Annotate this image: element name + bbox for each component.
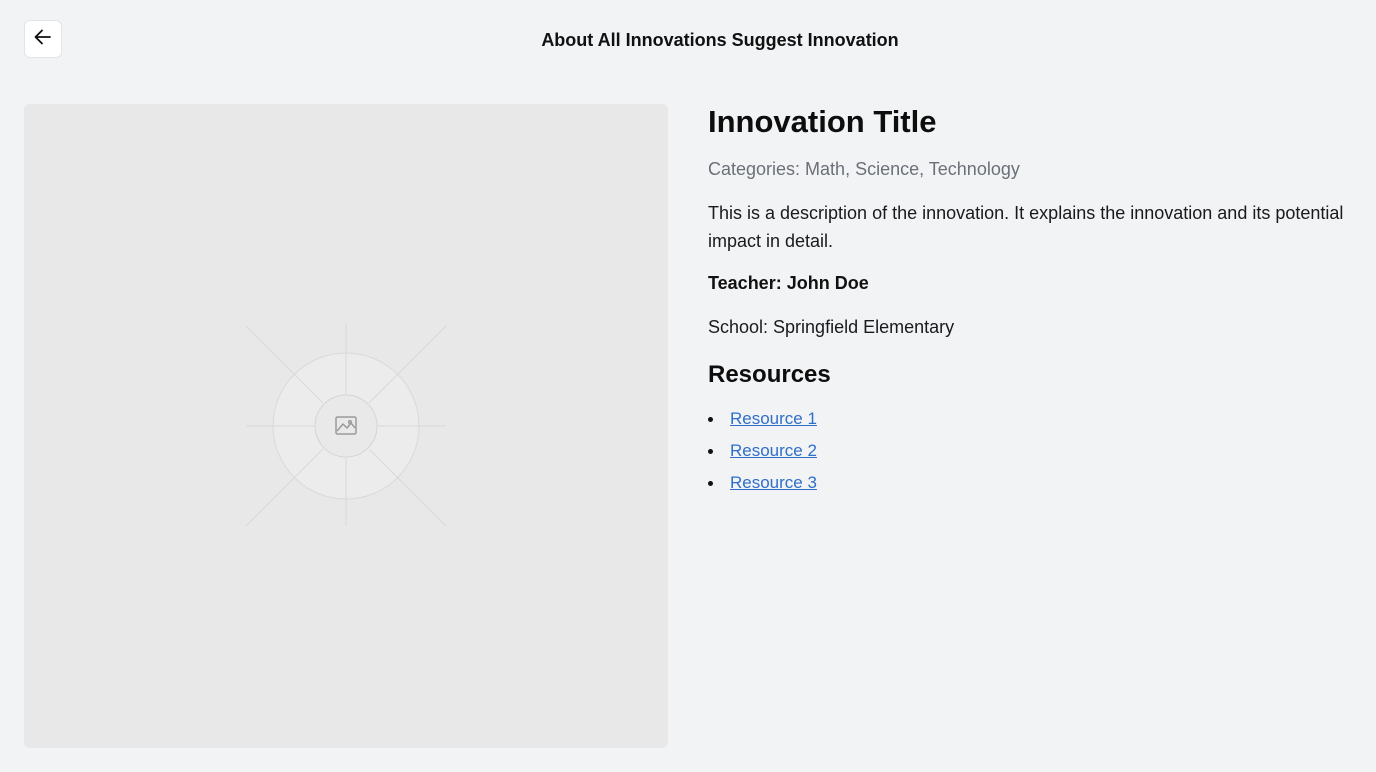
bullet-icon	[708, 481, 713, 486]
bullet-icon	[708, 449, 713, 454]
innovation-categories: Categories: Math, Science, Technology	[708, 159, 1020, 179]
image-placeholder-graphic	[245, 324, 447, 527]
resources-heading: Resources	[708, 361, 831, 388]
bullet-icon	[708, 417, 713, 422]
nav-all-innovations-link[interactable]: All Innovations	[598, 30, 727, 50]
top-nav: About All Innovations Suggest Innovation	[0, 28, 1376, 52]
nav-suggest-innovation-link[interactable]: Suggest Innovation	[732, 30, 899, 50]
innovation-image-placeholder	[24, 104, 668, 748]
resource-item: Resource 3	[708, 473, 1348, 505]
resource-item: Resource 2	[708, 441, 1348, 473]
innovation-school: School: Springfield Elementary	[708, 317, 955, 337]
resource-item: Resource 1	[708, 409, 1348, 441]
resource-link-3[interactable]: Resource 3	[730, 473, 817, 492]
resource-link-2[interactable]: Resource 2	[730, 441, 817, 460]
innovation-details: Innovation Title Categories: Math, Scien…	[708, 104, 1348, 505]
nav-about-link[interactable]: About	[541, 30, 593, 50]
innovation-teacher: Teacher: John Doe	[708, 273, 869, 293]
innovation-description: This is a description of the innovation.…	[708, 203, 1344, 251]
resources-list: Resource 1 Resource 2 Resource 3	[708, 409, 1348, 505]
innovation-title: Innovation Title	[708, 104, 937, 139]
resource-link-1[interactable]: Resource 1	[730, 409, 817, 428]
